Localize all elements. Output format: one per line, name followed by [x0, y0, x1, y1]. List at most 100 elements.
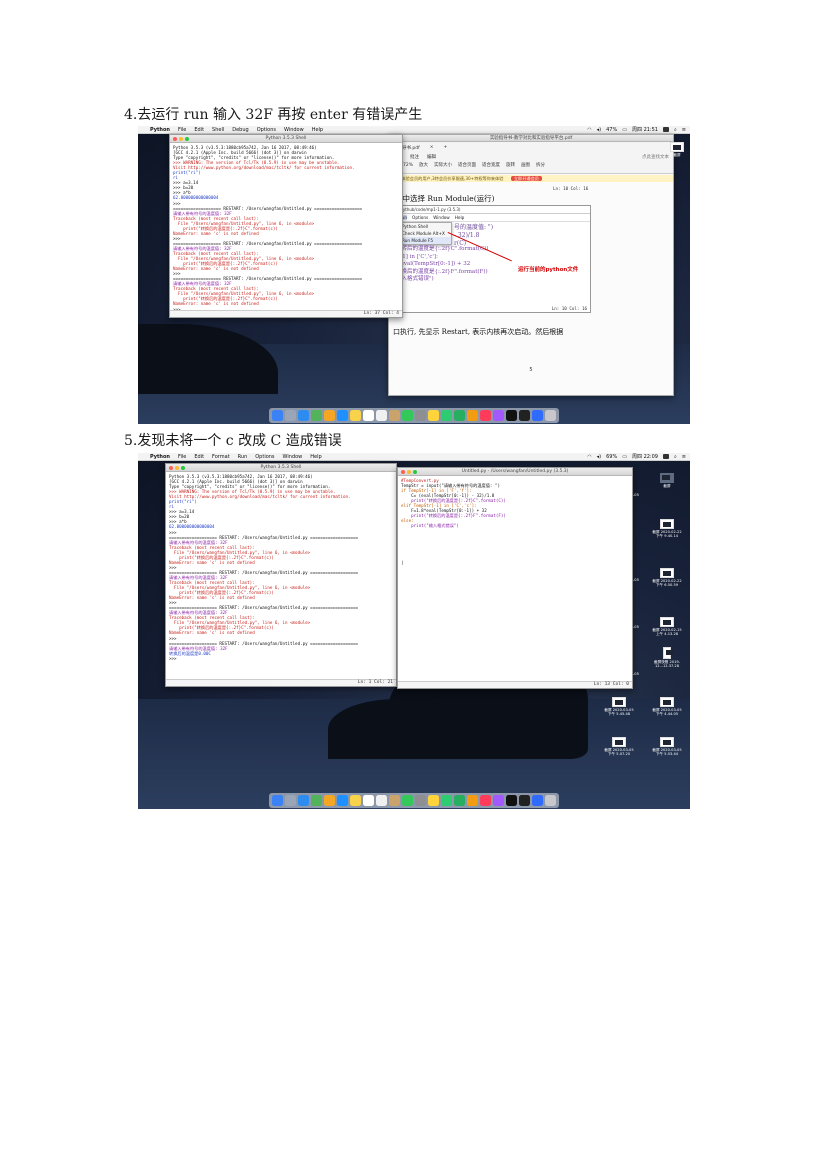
notes-icon[interactable] [350, 795, 361, 806]
contacts-icon[interactable] [389, 795, 400, 806]
launchpad-icon[interactable] [285, 410, 296, 421]
search-icon[interactable]: ⌕ [674, 127, 677, 133]
messages-icon[interactable] [402, 410, 413, 421]
tool-fit-page[interactable]: 适合页面 [458, 162, 476, 168]
menu-edit[interactable]: Edit [194, 127, 204, 133]
menu-debug[interactable]: Debug [232, 127, 248, 133]
finder-icon[interactable] [272, 795, 283, 806]
desktop-icon-screenshot[interactable]: 截屏 2020-02-22 下午 9.40.14 [652, 519, 682, 538]
finder-icon[interactable] [272, 410, 283, 421]
numbers-icon[interactable] [454, 410, 465, 421]
notes-icon[interactable] [350, 410, 361, 421]
photos-icon[interactable] [324, 410, 335, 421]
tv-icon[interactable] [506, 410, 517, 421]
launchpad-icon[interactable] [285, 795, 296, 806]
menu-help[interactable]: Help [312, 127, 323, 133]
close-button[interactable] [401, 470, 405, 474]
menubar-app-name[interactable]: Python [150, 127, 170, 133]
wifi-icon[interactable]: ◠ [587, 127, 591, 133]
tool-draw[interactable]: 画图 [521, 162, 530, 168]
numbers-icon[interactable] [454, 795, 465, 806]
calendar-icon[interactable] [363, 410, 374, 421]
terminal-icon[interactable] [519, 410, 530, 421]
desktop-icon-screenshot[interactable]: 截屏 2020-03-05 下午 4.44.05 [652, 697, 682, 716]
photos-icon[interactable] [324, 795, 335, 806]
wps-icon[interactable] [532, 795, 543, 806]
minimize-button[interactable] [407, 470, 411, 474]
desktop-icon-screenshot[interactable]: 截屏 [662, 142, 690, 157]
maps-icon[interactable] [311, 410, 322, 421]
desktop-icon-screenshot[interactable]: 截屏快照 2019-12...12.37.28 [652, 647, 682, 668]
close-tab-icon[interactable]: × [430, 145, 434, 151]
safari-icon[interactable] [298, 410, 309, 421]
appstore-icon[interactable] [337, 410, 348, 421]
system-preferences-icon[interactable] [415, 410, 426, 421]
podcasts-icon[interactable] [493, 410, 504, 421]
messages-icon[interactable] [402, 795, 413, 806]
wifi-icon[interactable]: ◠ [587, 454, 591, 460]
music-icon[interactable] [480, 410, 491, 421]
control-center-icon[interactable]: ≡ [682, 127, 686, 133]
control-center-icon[interactable]: ≡ [682, 454, 686, 460]
minimize-button[interactable] [175, 466, 179, 470]
wps-icon[interactable] [532, 410, 543, 421]
tool-fit-width[interactable]: 适合宽度 [482, 162, 500, 168]
shell-output[interactable]: Python 3.5.3 (v3.5.3:1880cb95a742, Jan 1… [166, 472, 396, 663]
clock[interactable]: 周四 22:09 [632, 453, 658, 460]
system-preferences-icon[interactable] [415, 795, 426, 806]
upgrade-button[interactable]: 立即开通会员 [510, 176, 542, 181]
desktop-icon-screenshot[interactable]: 截屏 2020-03-05 下午 5.53.44 [652, 737, 682, 756]
facetime-icon[interactable] [441, 410, 452, 421]
menu-window[interactable]: Window [283, 454, 303, 460]
shell-output[interactable]: Python 3.5.3 (v3.5.3:1880cb95a742, Jan 1… [170, 143, 402, 317]
zoom-button[interactable] [181, 466, 185, 470]
safari-icon[interactable] [298, 795, 309, 806]
user-icon[interactable] [662, 454, 669, 459]
search-icon[interactable]: ⌕ [674, 454, 677, 460]
terminal-icon[interactable] [519, 795, 530, 806]
tool-split[interactable]: 拆分 [536, 162, 545, 168]
editor-code[interactable]: #TempConvert.py TempStr = input("请输入带有符号的… [398, 476, 632, 530]
contacts-icon[interactable] [389, 410, 400, 421]
menubar-app-name[interactable]: Python [150, 454, 170, 460]
user-icon[interactable] [662, 127, 669, 132]
zoom-button[interactable] [413, 470, 417, 474]
menu-options[interactable]: Options [257, 127, 276, 133]
appstore-icon[interactable] [337, 795, 348, 806]
battery-percent[interactable]: 69% [606, 454, 617, 460]
facetime-icon[interactable] [441, 795, 452, 806]
menu-help[interactable]: Help [310, 454, 321, 460]
desktop-icon-screenshot[interactable]: 截屏 2020-03-05 下午 5.45.48 [604, 697, 634, 716]
clock[interactable]: 周四 21:51 [632, 126, 658, 133]
menu-file[interactable]: File [178, 127, 186, 133]
menu-file[interactable]: File [178, 454, 186, 460]
desktop-icon-screenshot[interactable]: 截屏 2020-02-22 下午 6.50.59 [652, 568, 682, 587]
podcasts-icon[interactable] [493, 795, 504, 806]
battery-percent[interactable]: 47% [606, 127, 617, 133]
volume-icon[interactable]: ◂) [597, 127, 601, 133]
tv-icon[interactable] [506, 795, 517, 806]
tool-rotate[interactable]: 旋转 [506, 162, 515, 168]
keynote-icon[interactable] [467, 410, 478, 421]
keynote-icon[interactable] [467, 795, 478, 806]
close-button[interactable] [173, 137, 177, 141]
maps-icon[interactable] [311, 795, 322, 806]
desktop-icon-screenshot[interactable]: 截屏 2020-02-15 上午 4.13.28 [652, 617, 682, 636]
python-icon[interactable] [428, 795, 439, 806]
trash-icon[interactable] [545, 795, 556, 806]
menu-options[interactable]: Options [255, 454, 274, 460]
music-icon[interactable] [480, 795, 491, 806]
volume-icon[interactable]: ◂) [597, 454, 601, 460]
close-button[interactable] [169, 466, 173, 470]
tool-zoom-in[interactable]: 放大 [419, 162, 428, 168]
desktop-icon-screenshot[interactable]: 截屏 [652, 473, 682, 488]
reminders-icon[interactable] [376, 795, 387, 806]
zoom-button[interactable] [185, 137, 189, 141]
tab-edit[interactable]: 编辑 [427, 154, 436, 160]
reminders-icon[interactable] [376, 410, 387, 421]
menu-window[interactable]: Window [284, 127, 304, 133]
desktop-icon-screenshot[interactable]: 截屏 2020-03-05 下午 5.07.20 [604, 737, 634, 756]
minimize-button[interactable] [179, 137, 183, 141]
menu-run[interactable]: Run [238, 454, 248, 460]
menu-format[interactable]: Format [212, 454, 230, 460]
